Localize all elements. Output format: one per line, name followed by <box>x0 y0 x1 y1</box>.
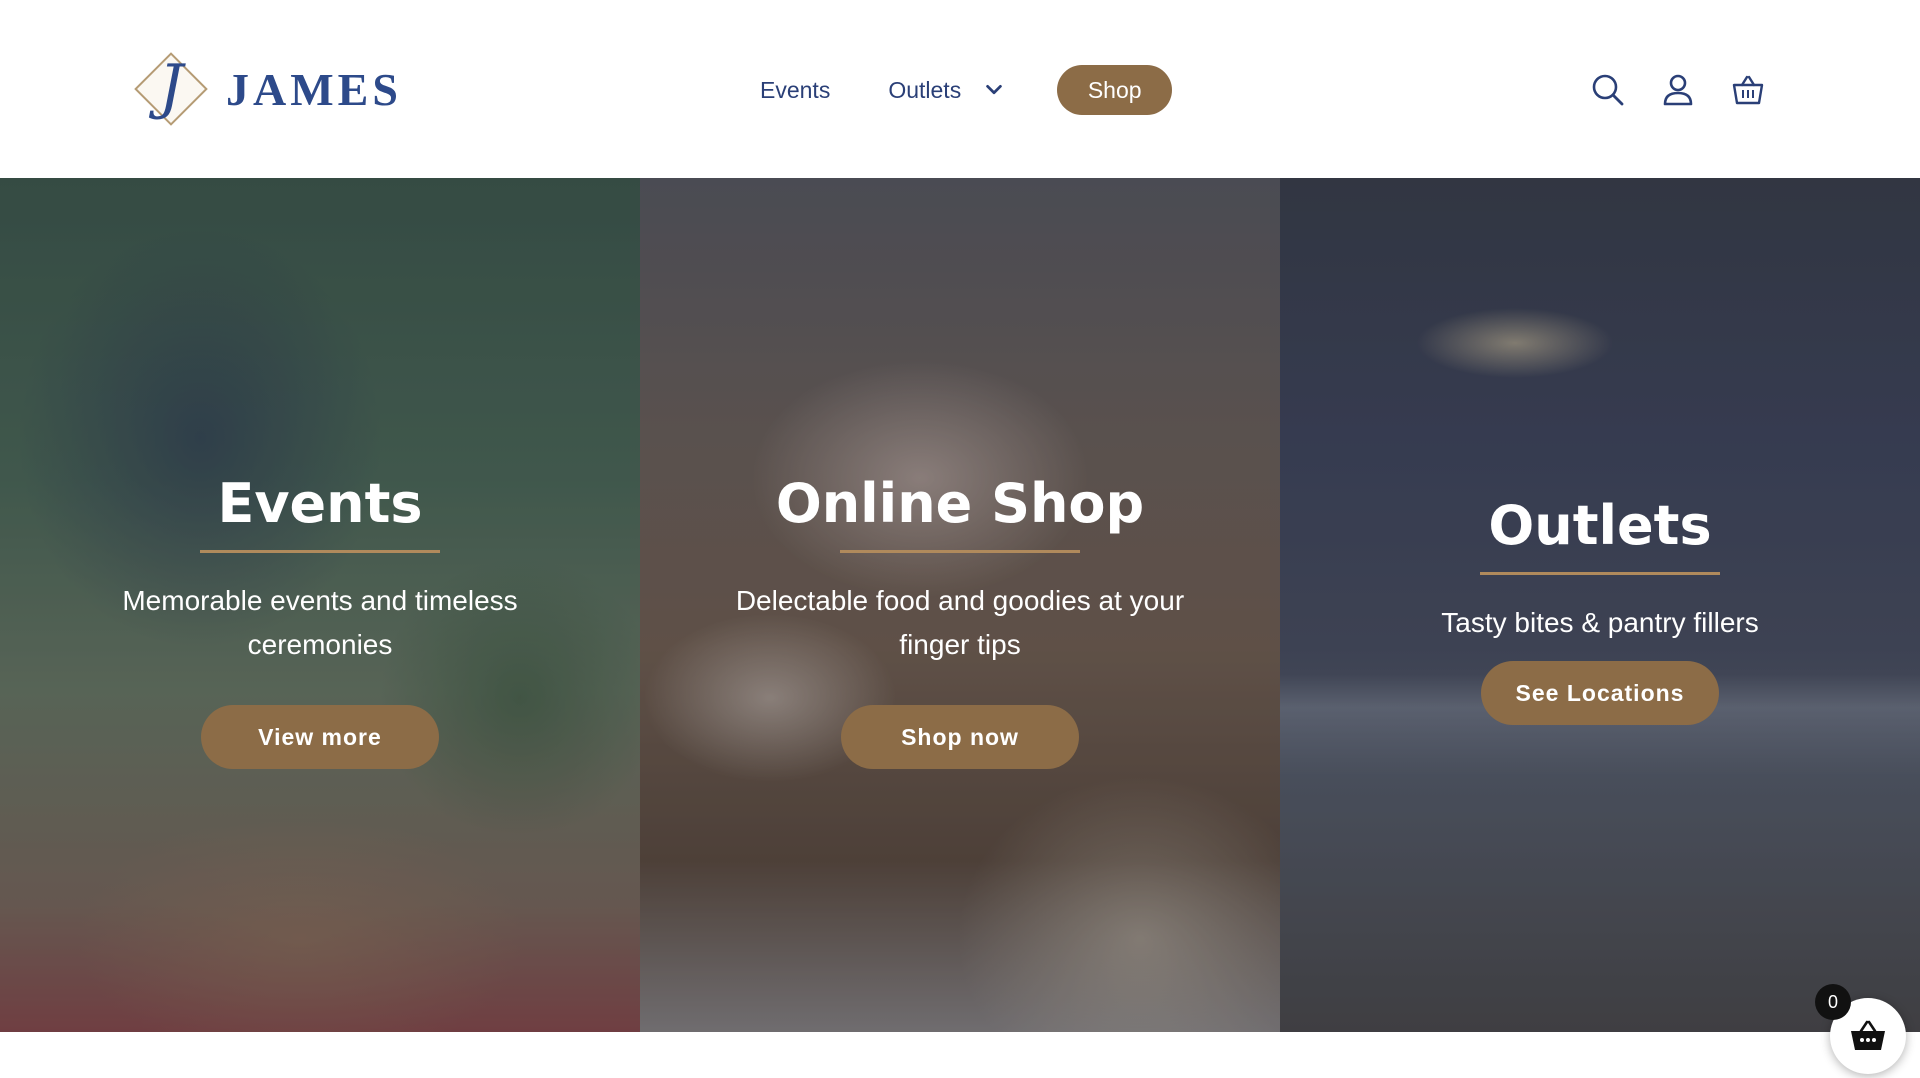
logo-emblem: J <box>128 46 214 132</box>
panel-description: Delectable food and goodies at your fing… <box>735 585 1185 660</box>
nav-link-events[interactable]: Events <box>760 77 830 104</box>
panel-online-shop: Online Shop Delectable food and goodies … <box>640 178 1280 1032</box>
nav-dropdown-outlets[interactable]: Outlets <box>888 77 1005 104</box>
nav-link-outlets[interactable]: Outlets <box>888 77 961 104</box>
brand-logo[interactable]: J JAMES <box>128 46 402 132</box>
see-locations-button[interactable]: See Locations <box>1481 661 1719 725</box>
panel-description: Memorable events and timeless ceremonies <box>122 585 518 660</box>
basket-icon <box>1851 1020 1885 1050</box>
main-nav: Events Outlets Shop <box>760 64 1173 116</box>
panel-events: Events Memorable events and timeless cer… <box>0 178 640 1032</box>
nav-shop-button[interactable]: Shop <box>1057 65 1173 115</box>
brand-name: JAMES <box>226 63 402 115</box>
hero-panels: Events Memorable events and timeless cer… <box>0 178 1920 1032</box>
panel-outlets: Outlets Tasty bites & pantry fillers See… <box>1280 178 1920 1032</box>
panel-outlets-content: Outlets Tasty bites & pantry fillers See… <box>1280 494 1920 725</box>
panel-title: Outlets <box>1488 494 1712 557</box>
site-header: J JAMES Events Outlets Shop <box>0 0 1920 178</box>
panel-description: Tasty bites & pantry fillers <box>1441 607 1759 638</box>
title-divider <box>200 550 440 553</box>
basket-icon[interactable] <box>1728 70 1768 110</box>
search-icon[interactable] <box>1588 70 1628 110</box>
panel-shop-content: Online Shop Delectable food and goodies … <box>640 472 1280 769</box>
view-more-button[interactable]: View more <box>201 705 439 769</box>
chevron-down-icon[interactable] <box>983 79 1005 101</box>
header-actions <box>1588 70 1768 110</box>
title-divider <box>840 550 1080 553</box>
title-divider <box>1480 572 1720 575</box>
panel-title: Online Shop <box>775 472 1145 535</box>
panel-events-content: Events Memorable events and timeless cer… <box>0 472 640 769</box>
shop-now-button[interactable]: Shop now <box>841 705 1079 769</box>
user-icon[interactable] <box>1658 70 1698 110</box>
panel-title: Events <box>217 472 423 535</box>
cart-count-badge: 0 <box>1815 984 1851 1020</box>
